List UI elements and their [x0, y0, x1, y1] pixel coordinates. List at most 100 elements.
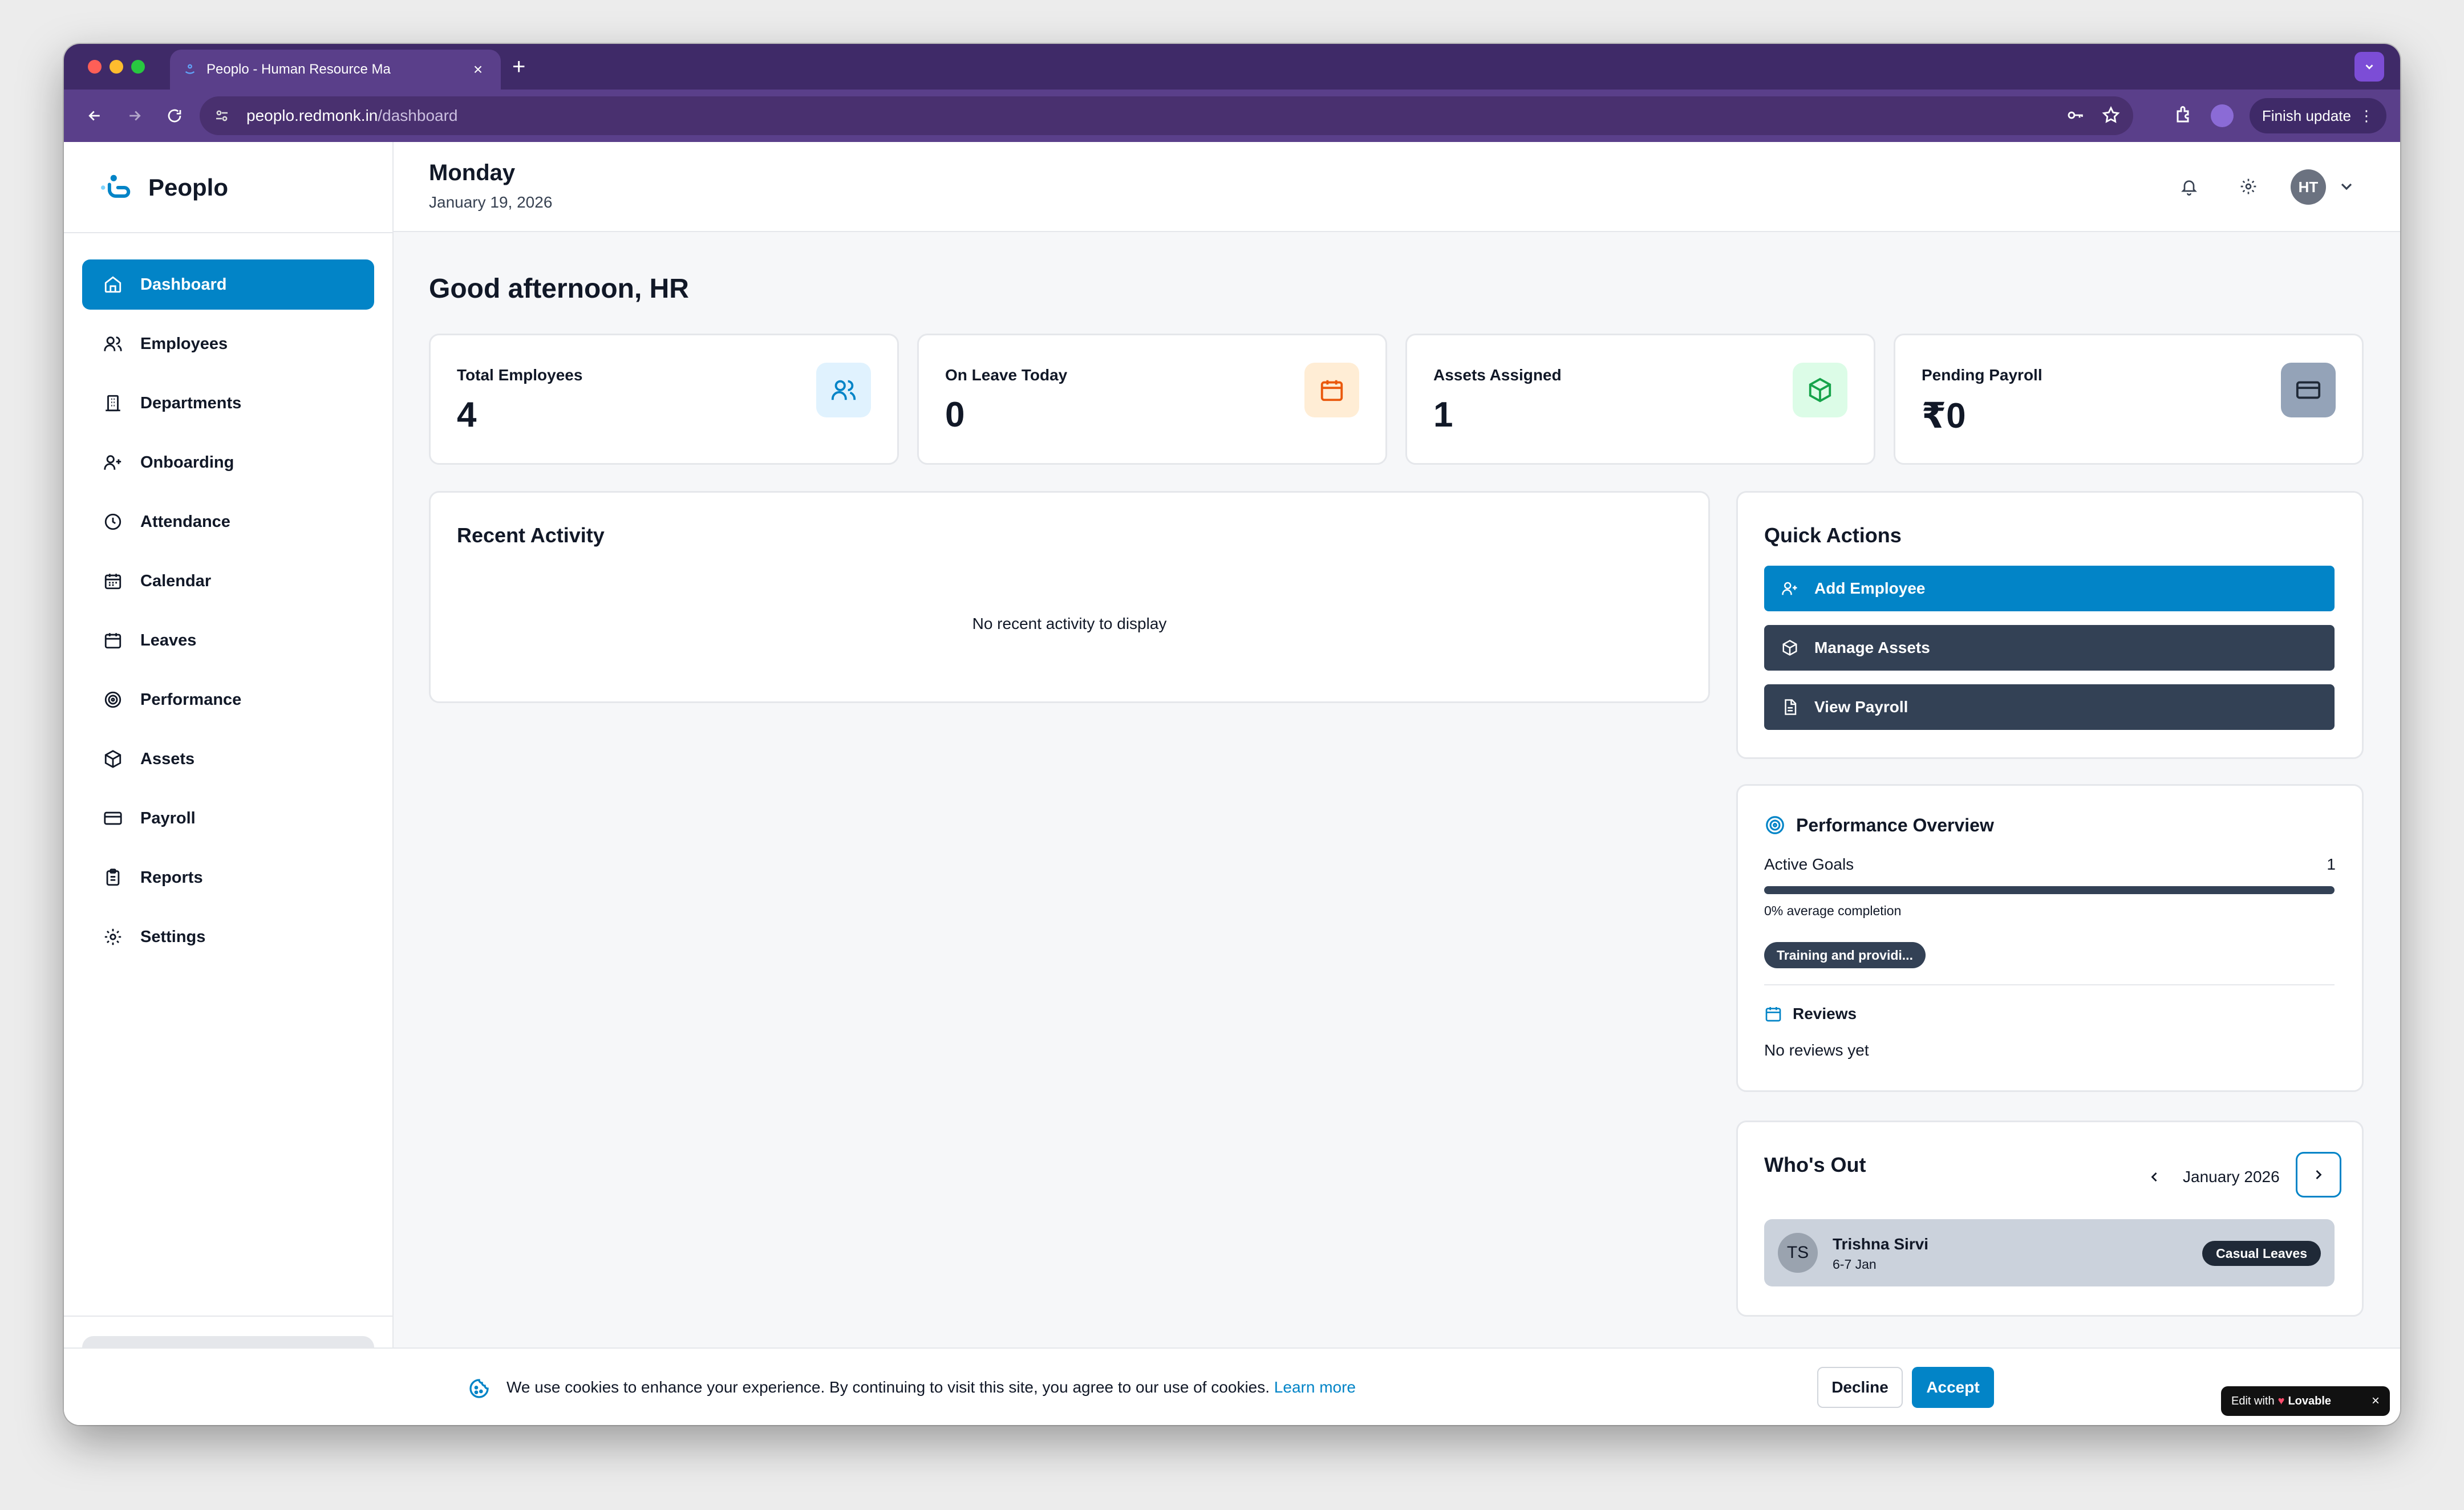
- main-content: Good afternoon, HR Total Employees 4 On …: [394, 233, 2400, 1425]
- stat-label: Assets Assigned: [1433, 366, 1562, 384]
- heart-icon: ♥: [2277, 1394, 2285, 1407]
- home-icon: [102, 273, 124, 296]
- whos-out-title: Who's Out: [1764, 1153, 1866, 1176]
- forward-arrow-icon[interactable]: [121, 102, 148, 129]
- sidebar-item-leaves[interactable]: Leaves: [82, 615, 374, 665]
- performance-overview-card: Performance Overview Active Goals 1 0% a…: [1736, 784, 2364, 1092]
- bell-icon[interactable]: [2177, 174, 2202, 199]
- add-employee-button[interactable]: Add Employee: [1764, 566, 2335, 611]
- browser-window: Peoplo - Human Resource Ma × + peoplo.re…: [64, 44, 2400, 1425]
- leave-dates: 6-7 Jan: [1833, 1257, 1877, 1272]
- brand-logo[interactable]: Peoplo: [98, 173, 228, 202]
- performance-title-text: Performance Overview: [1796, 814, 1994, 835]
- sidebar-item-calendar[interactable]: Calendar: [82, 556, 374, 606]
- quick-actions-card: Quick Actions Add Employee Manage Assets…: [1736, 491, 2364, 759]
- sidebar: Peoplo Dashboard Employees Departments O…: [64, 142, 394, 1425]
- sidebar-item-settings[interactable]: Settings: [82, 912, 374, 962]
- sidebar-item-departments[interactable]: Departments: [82, 378, 374, 428]
- finish-update-button[interactable]: Finish update ⋮: [2249, 98, 2386, 133]
- bookmark-star-icon[interactable]: [2101, 105, 2121, 129]
- back-arrow-icon[interactable]: [81, 102, 108, 129]
- avatar: TS: [1778, 1233, 1818, 1273]
- sidebar-item-reports[interactable]: Reports: [82, 853, 374, 903]
- employee-name: Trishna Sirvi: [1833, 1235, 1929, 1253]
- settings-gear-icon[interactable]: [2236, 174, 2261, 199]
- close-window-button[interactable]: [88, 60, 102, 74]
- edit-with-lovable-badge[interactable]: Edit with ♥ Lovable ×: [2221, 1386, 2390, 1416]
- stat-card-total-employees: Total Employees 4: [429, 334, 899, 465]
- file-icon: [1781, 698, 1800, 716]
- quick-actions-title: Quick Actions: [1764, 523, 1902, 547]
- reload-icon[interactable]: [161, 102, 188, 129]
- button-label: Add Employee: [1814, 579, 1926, 597]
- user-plus-icon: [102, 451, 124, 474]
- maximize-window-button[interactable]: [131, 60, 145, 74]
- sidebar-item-payroll[interactable]: Payroll: [82, 793, 374, 843]
- site-settings-icon[interactable]: [213, 107, 236, 124]
- accept-button[interactable]: Accept: [1912, 1367, 1994, 1408]
- sidebar-item-performance[interactable]: Performance: [82, 675, 374, 725]
- sidebar-item-assets[interactable]: Assets: [82, 734, 374, 784]
- stat-card-on-leave-today: On Leave Today 0: [917, 334, 1387, 465]
- next-month-button[interactable]: [2296, 1152, 2341, 1198]
- package-icon: [102, 748, 124, 770]
- sidebar-item-label: Settings: [140, 927, 206, 946]
- package-icon: [1781, 639, 1800, 657]
- leave-type-badge: Casual Leaves: [2202, 1241, 2321, 1266]
- button-label: View Payroll: [1814, 698, 1908, 716]
- package-icon: [1793, 363, 1847, 417]
- reviews-empty: No reviews yet: [1764, 1041, 1869, 1059]
- whos-out-card: Who's Out January 2026 TS Trishna Sirvi …: [1736, 1121, 2364, 1317]
- cookie-banner: We use cookies to enhance your experienc…: [64, 1347, 2400, 1425]
- view-payroll-button[interactable]: View Payroll: [1764, 684, 2335, 730]
- whos-out-entry[interactable]: TS Trishna Sirvi 6-7 Jan Casual Leaves: [1764, 1219, 2335, 1286]
- browser-profile-avatar[interactable]: [2210, 104, 2234, 127]
- calendar-icon: [1765, 1007, 1781, 1022]
- stat-value: 4: [457, 395, 477, 435]
- extensions-puzzle-icon[interactable]: [2174, 104, 2195, 128]
- kebab-menu-icon: ⋮: [2359, 107, 2374, 124]
- stat-value: 1: [1433, 395, 1453, 435]
- user-avatar[interactable]: HT: [2291, 169, 2326, 205]
- chevron-right-icon: [2316, 1170, 2322, 1179]
- recent-activity-empty: No recent activity to display: [972, 615, 1167, 632]
- sidebar-item-onboarding[interactable]: Onboarding: [82, 437, 374, 488]
- finish-update-label: Finish update: [2262, 107, 2351, 124]
- goals-progress-bar: [1764, 886, 2335, 894]
- sidebar-item-label: Dashboard: [140, 275, 227, 294]
- target-icon: [1766, 816, 1784, 834]
- sidebar-item-attendance[interactable]: Attendance: [82, 497, 374, 547]
- chevron-left-icon[interactable]: [2141, 1163, 2168, 1191]
- cookie-icon: [469, 1379, 489, 1398]
- sidebar-item-label: Employees: [140, 334, 228, 353]
- sidebar-item-dashboard[interactable]: Dashboard: [82, 259, 374, 310]
- manage-assets-button[interactable]: Manage Assets: [1764, 625, 2335, 671]
- sidebar-divider: [64, 232, 394, 233]
- sidebar-item-label: Payroll: [140, 809, 196, 827]
- password-key-icon[interactable]: [2066, 105, 2085, 129]
- header-day: Monday: [429, 160, 516, 185]
- sidebar-item-label: Onboarding: [140, 453, 234, 472]
- brand-name: Peoplo: [148, 174, 229, 201]
- calendar-icon: [102, 629, 124, 652]
- address-bar[interactable]: peoplo.redmonk.in/dashboard: [200, 96, 2133, 135]
- sidebar-footer-divider: [64, 1316, 394, 1317]
- active-goals-label: Active Goals: [1764, 855, 1854, 873]
- learn-more-link[interactable]: Learn more: [1274, 1378, 1356, 1396]
- decline-button[interactable]: Decline: [1817, 1367, 1903, 1408]
- button-label: Manage Assets: [1814, 639, 1930, 656]
- sidebar-item-label: Reports: [140, 868, 203, 887]
- stat-card-pending-payroll: Pending Payroll ₹0: [1894, 334, 2364, 465]
- cookie-text: We use cookies to enhance your experienc…: [506, 1378, 1356, 1397]
- new-tab-icon[interactable]: +: [512, 55, 525, 78]
- tab-close-icon[interactable]: ×: [469, 60, 487, 79]
- user-plus-icon: [1781, 579, 1800, 598]
- completion-text: 0% average completion: [1764, 903, 1902, 918]
- browser-tab[interactable]: Peoplo - Human Resource Ma ×: [170, 50, 501, 90]
- tab-search-chevron-icon[interactable]: [2354, 52, 2384, 82]
- close-icon[interactable]: ×: [2372, 1393, 2380, 1409]
- chevron-down-icon[interactable]: [2337, 177, 2356, 196]
- sidebar-item-employees[interactable]: Employees: [82, 319, 374, 369]
- goal-tag[interactable]: Training and providi...: [1764, 942, 1926, 968]
- minimize-window-button[interactable]: [110, 60, 123, 74]
